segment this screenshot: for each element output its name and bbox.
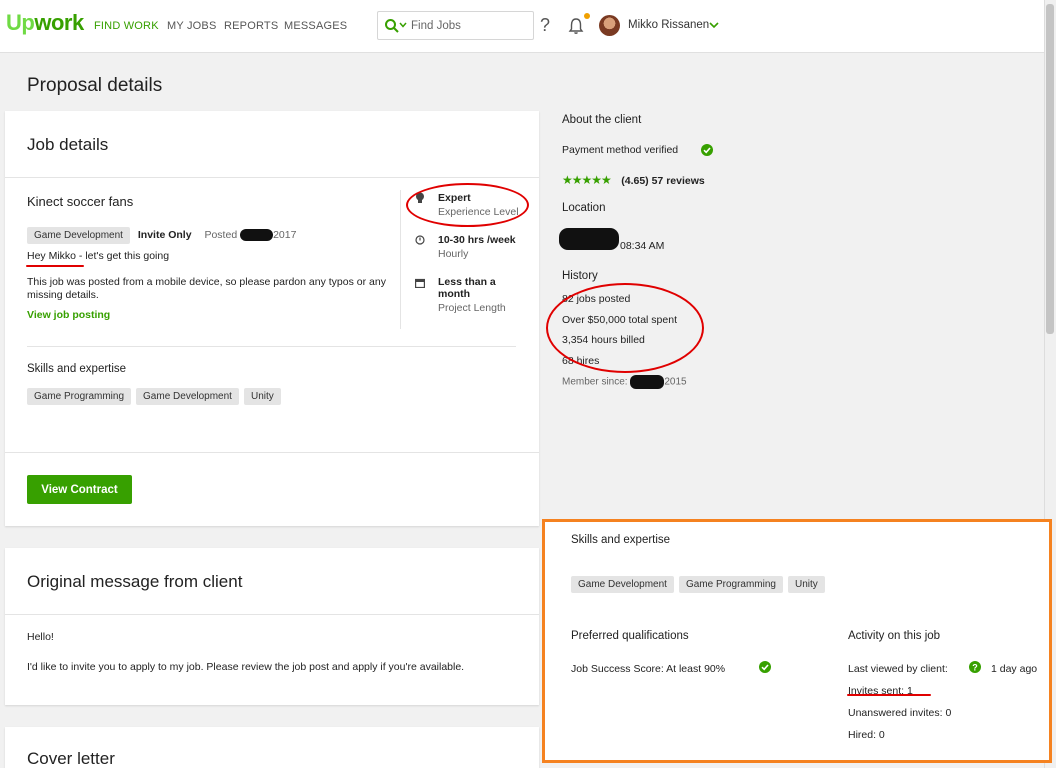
message-body: I'd like to invite you to apply to my jo… [27, 661, 465, 673]
skill-tag[interactable]: Game Programming [678, 576, 783, 593]
redacted-date [240, 229, 274, 242]
cover-letter-title: Cover letter [27, 749, 115, 768]
cover-letter-card: Cover letter [5, 727, 539, 768]
posted-year: 2017 [273, 229, 297, 241]
original-message-header: Original message from client [5, 548, 539, 615]
job-details-card: Job details Kinect soccer fans Game Deve… [5, 111, 539, 526]
divider [400, 190, 401, 329]
message-greeting: Hello! [27, 631, 54, 643]
member-since: Member since: 2015 [562, 375, 687, 389]
activity-title: Activity on this job [848, 630, 941, 642]
logo-up: Up [6, 10, 35, 35]
skill-tag[interactable]: Unity [787, 576, 825, 593]
chevron-down-icon[interactable] [399, 21, 407, 29]
last-viewed-label: Last viewed by client: [848, 663, 948, 675]
invite-status: Invite Only [137, 229, 192, 241]
annotation-circle-history [546, 283, 704, 373]
about-client-title: About the client [562, 114, 642, 126]
verified-check-icon [701, 144, 713, 156]
clock-icon [415, 235, 425, 245]
divider [5, 452, 539, 453]
view-job-posting-link[interactable]: View job posting [27, 309, 110, 321]
annotation-circle-experience [406, 183, 529, 227]
location-title: Location [562, 202, 606, 214]
search-box[interactable] [377, 11, 534, 40]
annotation-underline-greeting [26, 265, 84, 267]
skill-tag[interactable]: Game Programming [27, 388, 132, 405]
avatar[interactable] [599, 15, 620, 36]
posted-label: Posted [204, 229, 238, 241]
page-title: Proposal details [27, 75, 163, 96]
check-icon [759, 661, 771, 673]
user-name[interactable]: Mikko Rissanen [628, 19, 709, 31]
job-details-header: Job details [5, 111, 539, 178]
hours-per-week: 10-30 hrs /week [438, 234, 516, 246]
nav-messages[interactable]: MESSAGES [284, 20, 347, 32]
last-viewed-value: 1 day ago [991, 663, 1038, 675]
rating-text: (4.65) 57 reviews [621, 175, 705, 187]
help-icon[interactable]: ? [969, 661, 981, 673]
job-note: This job was posted from a mobile device… [27, 276, 386, 301]
chevron-down-icon[interactable] [709, 21, 719, 29]
help-icon[interactable]: ? [540, 15, 550, 36]
skill-tag[interactable]: Game Development [136, 388, 239, 405]
greeting-rest: - let's get this going [76, 250, 170, 262]
skill-tag[interactable]: Unity [243, 388, 281, 405]
view-contract-button[interactable]: View Contract [27, 475, 132, 504]
nav-my-jobs[interactable]: MY JOBS [167, 20, 217, 32]
original-message-card: Original message from client Hello! I'd … [5, 548, 539, 705]
job-details-title: Job details [27, 135, 109, 154]
search-input[interactable] [411, 18, 529, 34]
payment-verified: Payment method verified [562, 144, 679, 156]
skills-title: Skills and expertise [27, 363, 127, 375]
greeting-name: Hey Mikko [27, 250, 77, 262]
calendar-icon [415, 278, 425, 288]
skills-list: Game Programming Game Development Unity [27, 386, 286, 405]
project-length-label: Project Length [438, 302, 506, 314]
scrollbar-thumb[interactable] [1046, 4, 1054, 334]
top-navbar: Upwork FIND WORK MY JOBS REPORTS MESSAGE… [0, 0, 1044, 53]
upwork-logo[interactable]: Upwork [6, 10, 84, 36]
client-rating: ★★★★★ (4.65) 57 reviews [562, 171, 705, 189]
history-title: History [562, 270, 598, 282]
job-name: Kinect soccer fans [27, 194, 134, 209]
member-since-label: Member since: [562, 376, 628, 388]
notification-dot [584, 13, 590, 19]
notification-bell-icon[interactable] [568, 17, 584, 35]
svg-text:?: ? [972, 662, 978, 672]
rating-stars-icon: ★★★★★ [562, 173, 612, 187]
hired-count: Hired: 0 [848, 729, 885, 741]
panel-skills-title: Skills and expertise [571, 534, 671, 546]
preferred-qualifications-title: Preferred qualifications [571, 630, 689, 642]
hours-label: Hourly [438, 248, 469, 260]
skill-tag[interactable]: Game Development [571, 576, 674, 593]
search-icon[interactable] [384, 18, 400, 34]
logo-work: work [34, 10, 84, 35]
project-length: Less than a month [438, 276, 496, 300]
highlighted-job-panel: Skills and expertise Game Development Gam… [542, 519, 1052, 763]
job-success-score: Job Success Score: At least 90% [571, 663, 726, 675]
member-since-year: 2015 [664, 376, 687, 388]
original-message-title: Original message from client [27, 572, 243, 591]
panel-skills-list: Game Development Game Programming Unity [571, 574, 830, 593]
divider [27, 346, 516, 347]
annotation-underline-invites [847, 694, 931, 696]
redacted-location [559, 228, 619, 250]
unanswered-invites: Unanswered invites: 0 [848, 707, 952, 719]
local-time: 08:34 AM [620, 240, 665, 252]
nav-reports[interactable]: REPORTS [224, 20, 278, 32]
job-category-tag[interactable]: Game Development [27, 227, 130, 244]
redacted-member-date [630, 375, 665, 389]
nav-find-work[interactable]: FIND WORK [94, 20, 159, 32]
